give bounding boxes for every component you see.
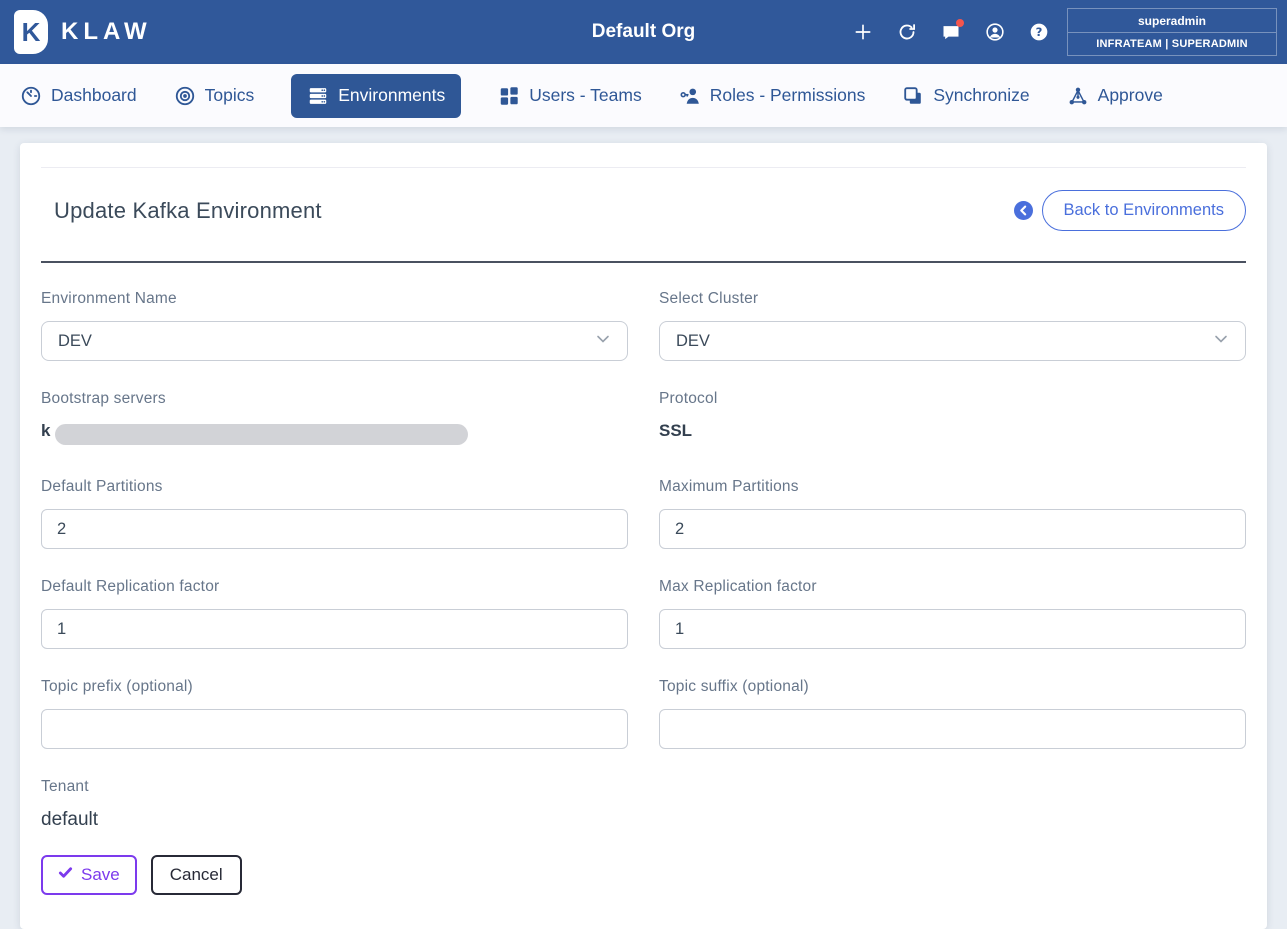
sync-copy-icon	[902, 85, 924, 107]
environment-name-select[interactable]: DEV	[41, 321, 628, 361]
nav-item-dashboard[interactable]: Dashboard	[20, 85, 137, 107]
nav-label: Synchronize	[933, 85, 1029, 106]
nav-item-synchronize[interactable]: Synchronize	[902, 85, 1029, 107]
field-label: Protocol	[659, 390, 1246, 408]
field-label: Select Cluster	[659, 290, 1246, 308]
field-maximum-partitions: Maximum Partitions	[659, 478, 1246, 549]
environment-form: Environment Name DEV Select Cluster DEV	[41, 290, 1246, 831]
field-label: Bootstrap servers	[41, 390, 628, 408]
back-arrow-icon[interactable]	[1014, 201, 1033, 220]
nav-item-roles-permissions[interactable]: Roles - Permissions	[679, 85, 866, 107]
user-info-box[interactable]: superadmin INFRATEAM | SUPERADMIN	[1067, 8, 1277, 56]
nav-item-approve[interactable]: Approve	[1067, 85, 1163, 107]
add-icon[interactable]	[853, 22, 873, 42]
nav-item-topics[interactable]: Topics	[174, 85, 255, 107]
messages-icon[interactable]	[941, 22, 961, 42]
nav-label: Environments	[338, 85, 445, 106]
field-max-replication-factor: Max Replication factor	[659, 578, 1246, 649]
field-label: Environment Name	[41, 290, 628, 308]
bootstrap-servers-value: k	[41, 421, 628, 445]
field-tenant: Tenant default	[41, 778, 628, 831]
save-label: Save	[81, 865, 120, 885]
max-replication-factor-input[interactable]	[659, 609, 1246, 649]
nav-label: Topics	[205, 85, 255, 106]
field-select-cluster: Select Cluster DEV	[659, 290, 1246, 361]
default-replication-factor-input[interactable]	[41, 609, 628, 649]
selected-value: DEV	[58, 332, 92, 351]
roles-person-icon	[679, 85, 701, 107]
cancel-button[interactable]: Cancel	[151, 855, 242, 895]
field-default-replication-factor: Default Replication factor	[41, 578, 628, 649]
back-controls: Back to Environments	[1014, 190, 1247, 231]
update-environment-card: Update Kafka Environment Back to Environ…	[20, 143, 1267, 929]
topbar-icon-group: ?	[853, 22, 1049, 42]
field-protocol: Protocol SSL	[659, 390, 1246, 445]
default-partitions-input[interactable]	[41, 509, 628, 549]
klaw-logo-icon[interactable]: K	[14, 10, 48, 54]
chevron-down-icon	[595, 331, 611, 352]
field-label: Default Partitions	[41, 478, 628, 496]
field-bootstrap-servers: Bootstrap servers k	[41, 390, 628, 445]
content-area: Update Kafka Environment Back to Environ…	[0, 127, 1287, 872]
user-profile-icon[interactable]	[985, 22, 1005, 42]
save-button[interactable]: Save	[41, 855, 137, 895]
page-title: Update Kafka Environment	[41, 198, 322, 224]
redaction-bar	[55, 424, 468, 445]
form-actions: Save Cancel	[41, 855, 1246, 895]
tenant-value: default	[41, 809, 628, 831]
field-environment-name: Environment Name DEV	[41, 290, 628, 361]
field-label: Topic suffix (optional)	[659, 678, 1246, 696]
server-stack-icon	[307, 85, 329, 107]
field-label: Max Replication factor	[659, 578, 1246, 596]
field-label: Topic prefix (optional)	[41, 678, 628, 696]
org-title: Default Org	[592, 21, 695, 43]
field-topic-suffix: Topic suffix (optional)	[659, 678, 1246, 749]
nav-label: Users - Teams	[529, 85, 641, 106]
nav-item-users-teams[interactable]: Users - Teams	[498, 85, 641, 107]
bootstrap-visible-text: k	[41, 421, 50, 441]
nav-label: Approve	[1098, 85, 1163, 106]
target-icon	[174, 85, 196, 107]
nav-label: Roles - Permissions	[710, 85, 866, 106]
card-header: Update Kafka Environment Back to Environ…	[41, 168, 1246, 261]
header-divider	[41, 261, 1246, 263]
field-label: Maximum Partitions	[659, 478, 1246, 496]
topic-prefix-input[interactable]	[41, 709, 628, 749]
user-name: superadmin	[1068, 9, 1276, 32]
selected-value: DEV	[676, 332, 710, 351]
brand-name: KLAW	[61, 18, 152, 46]
notification-dot	[956, 19, 964, 27]
topic-suffix-input[interactable]	[659, 709, 1246, 749]
protocol-value: SSL	[659, 421, 1246, 441]
refresh-icon[interactable]	[897, 22, 917, 42]
svg-text:?: ?	[1036, 25, 1043, 39]
team-grid-icon	[498, 85, 520, 107]
help-icon[interactable]: ?	[1029, 22, 1049, 42]
cluster-select[interactable]: DEV	[659, 321, 1246, 361]
field-label: Tenant	[41, 778, 628, 796]
main-nav: Dashboard Topics Environments	[0, 64, 1287, 127]
top-bar: K KLAW Default Org	[0, 0, 1287, 64]
approve-hub-icon	[1067, 85, 1089, 107]
field-topic-prefix: Topic prefix (optional)	[41, 678, 628, 749]
nav-item-environments[interactable]: Environments	[291, 74, 461, 118]
back-to-environments-button[interactable]: Back to Environments	[1042, 190, 1247, 231]
field-label: Default Replication factor	[41, 578, 628, 596]
nav-label: Dashboard	[51, 85, 137, 106]
chevron-down-icon	[1213, 331, 1229, 352]
gauge-icon	[20, 85, 42, 107]
user-team-role: INFRATEAM | SUPERADMIN	[1068, 32, 1276, 55]
maximum-partitions-input[interactable]	[659, 509, 1246, 549]
check-icon	[58, 865, 73, 885]
field-default-partitions: Default Partitions	[41, 478, 628, 549]
